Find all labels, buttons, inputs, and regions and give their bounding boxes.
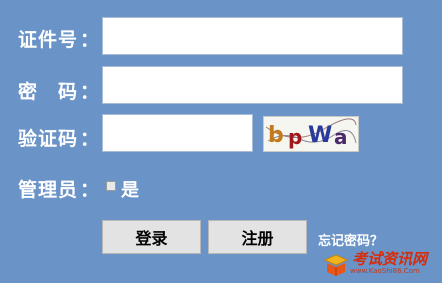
admin-yes-label: 是 [121, 180, 140, 201]
captcha-char-1: b [268, 123, 284, 148]
captcha-char-2: p [288, 125, 302, 149]
admin-label: 管理员 [18, 179, 79, 201]
watermark: 考试资讯网 www.KaoShi86.Com [322, 248, 440, 280]
captcha-char-3: W [308, 123, 332, 148]
id-number-label: 证件号 [18, 29, 79, 51]
admin-colon: ： [80, 179, 100, 201]
captcha-image[interactable]: b p W a [263, 116, 359, 152]
password-input[interactable] [102, 66, 403, 104]
watermark-book-icon [323, 254, 349, 276]
captcha-input[interactable] [102, 114, 253, 152]
password-label: 密 码 [18, 81, 79, 103]
login-button[interactable]: 登录 [102, 220, 201, 254]
register-button[interactable]: 注册 [208, 220, 307, 254]
captcha-colon: ： [80, 128, 100, 150]
captcha-char-4: a [334, 125, 348, 149]
admin-checkbox[interactable] [106, 181, 116, 191]
watermark-name: 考试资讯网 [352, 250, 428, 268]
captcha-graphic: b p W a [265, 118, 357, 149]
id-number-colon: ： [80, 29, 100, 51]
captcha-label: 验证码 [18, 128, 79, 150]
id-number-input[interactable] [102, 17, 403, 55]
forgot-password-link[interactable]: 忘记密码？ [318, 230, 383, 249]
password-colon: ： [80, 81, 100, 103]
watermark-url: www.KaoShi86.Com [350, 267, 420, 275]
